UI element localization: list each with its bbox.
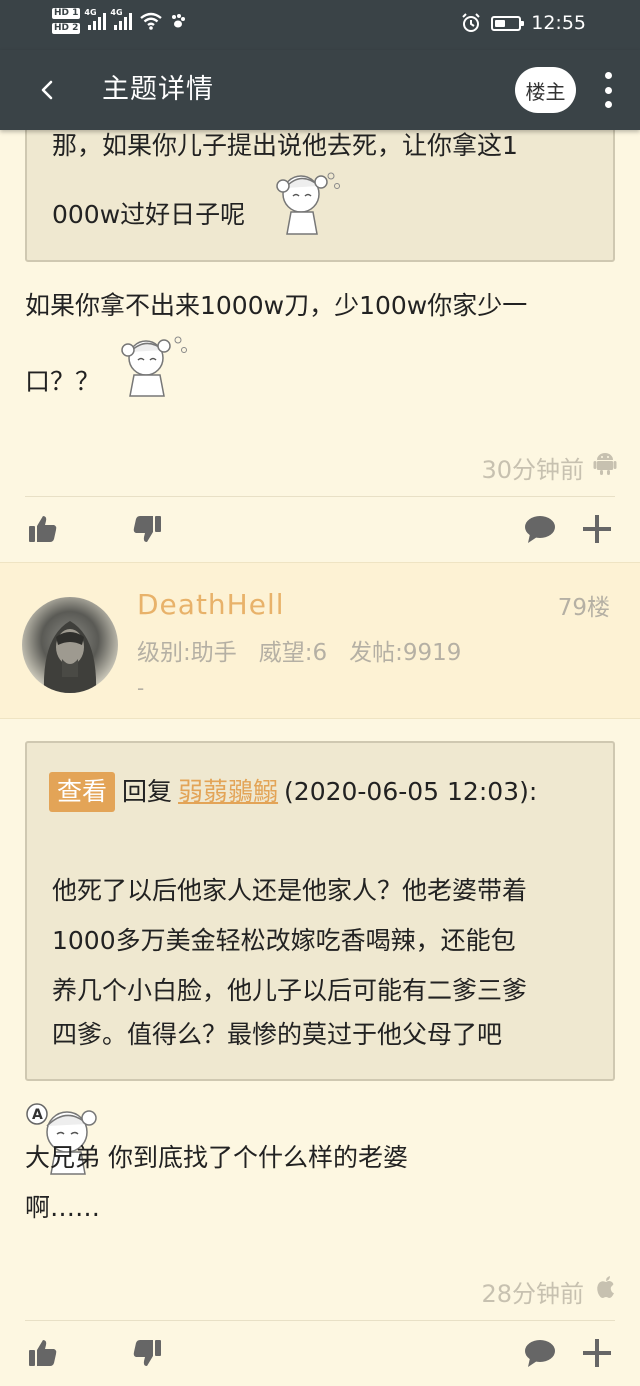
quote-line: 四爹。值得么？最惨的莫过于他父母了吧 bbox=[52, 1020, 503, 1049]
thumbs-up-icon bbox=[29, 1340, 57, 1366]
divider bbox=[25, 1320, 615, 1321]
like-button[interactable] bbox=[26, 1336, 60, 1370]
sim2-badge: HD 2 bbox=[52, 23, 81, 34]
wifi-icon bbox=[140, 12, 163, 30]
username-link[interactable]: DeathHell bbox=[137, 588, 285, 621]
quote-block: 那，如果你儿子提出说他去死，让你拿这1 000w过好日子呢 bbox=[25, 110, 615, 262]
quote-line: 养几个小白脸，他儿子以后可能有二爹三爹 bbox=[52, 976, 528, 1005]
alarm-icon bbox=[462, 13, 480, 32]
divider bbox=[25, 496, 615, 497]
paw-icon bbox=[172, 14, 186, 28]
plus-icon bbox=[583, 1339, 611, 1367]
dislike-button[interactable] bbox=[130, 512, 164, 546]
more-menu-button[interactable] bbox=[594, 70, 622, 110]
post-action-bar bbox=[0, 498, 640, 562]
user-prestige: 威望:6 bbox=[258, 640, 328, 666]
view-quote-button[interactable]: 查看 bbox=[49, 772, 116, 812]
page-title: 主题详情 bbox=[102, 74, 214, 105]
sticker-image bbox=[276, 172, 340, 235]
apple-icon bbox=[597, 1276, 614, 1298]
user-post-count: 发帖:9919 bbox=[349, 640, 462, 666]
user-meta: 级别:助手 威望:6 发帖:9919 bbox=[137, 633, 483, 667]
status-right: 12:55 bbox=[461, 12, 586, 34]
clock: 12:55 bbox=[531, 12, 586, 34]
status-bar: HD 1 HD 2 4G 4G 12:55 bbox=[0, 0, 640, 50]
post-body-line: 大兄弟 你到底找了个什么样的老婆 bbox=[25, 1143, 408, 1172]
quote-line: 000w过好日子呢 bbox=[52, 200, 246, 229]
post-body-line: 啊…… bbox=[25, 1193, 101, 1222]
app-bar: 主题详情 楼主 bbox=[0, 50, 640, 130]
status-left: HD 1 HD 2 4G 4G bbox=[52, 8, 186, 34]
reply-user-link[interactable]: 弱蒻鶸鰯 bbox=[178, 777, 278, 806]
user-signature: - bbox=[137, 676, 145, 700]
floor-number: 79楼 bbox=[557, 595, 610, 621]
avatar[interactable] bbox=[22, 597, 118, 693]
back-button[interactable] bbox=[30, 72, 66, 108]
add-button[interactable] bbox=[580, 1336, 614, 1370]
only-op-button[interactable]: 楼主 bbox=[515, 67, 576, 113]
avatar-image bbox=[43, 621, 97, 693]
like-button[interactable] bbox=[26, 512, 60, 546]
dislike-button[interactable] bbox=[130, 1336, 164, 1370]
post-action-bar bbox=[0, 1322, 640, 1386]
add-button[interactable] bbox=[580, 512, 614, 546]
reply-time: (2020-06-05 12:03): bbox=[284, 777, 538, 806]
post-time: 30分钟前 bbox=[481, 456, 584, 484]
comment-button[interactable] bbox=[523, 512, 557, 546]
battery-icon bbox=[491, 15, 525, 31]
comment-icon bbox=[525, 1340, 555, 1367]
signal1-icon: 4G bbox=[84, 8, 107, 30]
post-time: 28分钟前 bbox=[481, 1280, 584, 1308]
quote-line: 1000多万美金轻松改嫁吃香喝辣，还能包 bbox=[52, 926, 516, 955]
signal2-icon: 4G bbox=[110, 8, 133, 30]
chevron-left-icon bbox=[41, 80, 53, 100]
sticker-image bbox=[121, 336, 187, 397]
thumbs-up-icon bbox=[29, 516, 57, 542]
svg-text:A: A bbox=[32, 1107, 43, 1123]
quote-line: 他死了以后他家人还是他家人？他老婆带着 bbox=[52, 876, 528, 905]
post-body-line: 如果你拿不出来1000w刀，少100w你家少一 bbox=[25, 291, 528, 320]
android-icon bbox=[593, 453, 617, 475]
post-body-line: 口？？ bbox=[25, 367, 101, 396]
thumbs-down-icon bbox=[133, 1340, 161, 1366]
thumbs-down-icon bbox=[133, 516, 161, 542]
reply-header: 回复 弱蒻鶸鰯 (2020-06-05 12:03): bbox=[122, 772, 537, 812]
sim1-badge: HD 1 bbox=[52, 8, 81, 19]
plus-icon bbox=[583, 515, 611, 543]
user-level: 级别:助手 bbox=[137, 640, 237, 666]
comment-button[interactable] bbox=[523, 1336, 557, 1370]
comment-icon bbox=[525, 516, 555, 543]
divider bbox=[0, 718, 640, 719]
reply-prefix: 回复 bbox=[122, 777, 173, 806]
